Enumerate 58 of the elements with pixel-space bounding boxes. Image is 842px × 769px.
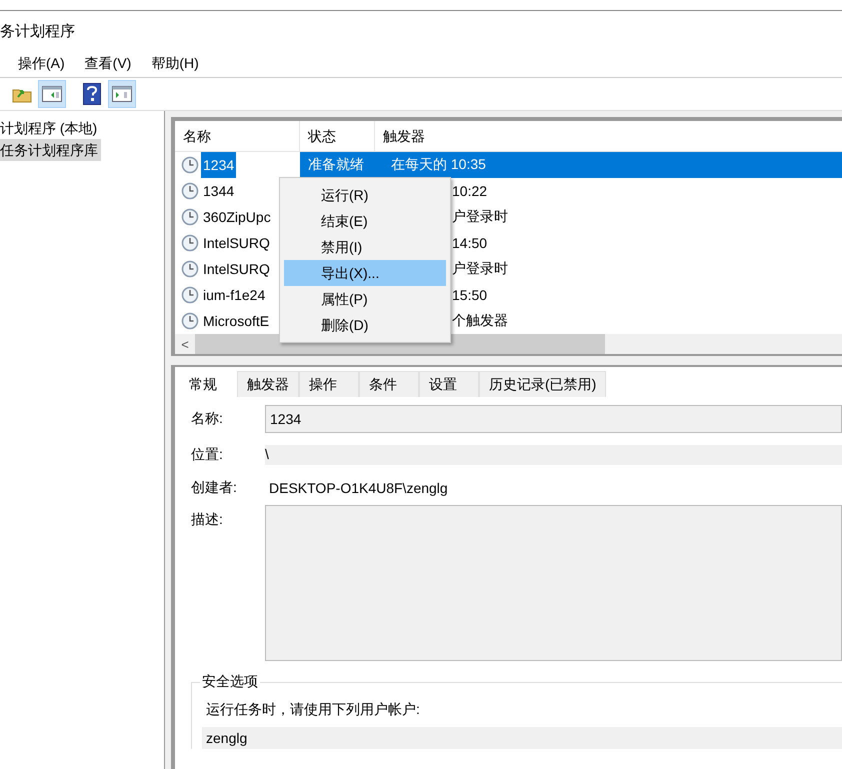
description-field[interactable]: [265, 505, 842, 661]
tab[interactable]: 条件: [359, 371, 419, 397]
task-trigger: 10:22: [452, 183, 488, 199]
clock-icon: [181, 208, 199, 226]
author-value: DESKTOP-O1K4U8F\zenglg: [268, 480, 449, 496]
context-menu-item[interactable]: 结束(E): [284, 208, 446, 234]
task-trigger: 个触发器: [452, 312, 508, 330]
clock-icon: [181, 260, 199, 278]
menu-item[interactable]: 帮助(H): [151, 55, 199, 73]
context-menu-item[interactable]: 属性(P): [284, 286, 446, 312]
pane-icon: [112, 86, 132, 102]
task-trigger: 15:50: [452, 287, 488, 303]
field-label: 创建者:: [191, 479, 238, 497]
task-name[interactable]: 1344: [201, 178, 236, 204]
task-name[interactable]: MicrosoftE: [201, 308, 272, 334]
tab[interactable]: 设置: [419, 371, 479, 397]
context-menu-item[interactable]: 禁用(I): [284, 234, 446, 260]
tab[interactable]: 历史记录(已禁用): [479, 371, 606, 397]
task-name[interactable]: ium-f1e24: [201, 282, 268, 308]
task-name[interactable]: 1234: [201, 152, 236, 178]
task-trigger: 户登录时: [452, 208, 508, 226]
pane-icon: [42, 86, 62, 102]
account-prompt: 运行任务时，请使用下列用户帐户:: [206, 701, 421, 719]
task-status: 准备就绪: [307, 156, 365, 174]
tree-item[interactable]: 任务计划程序库: [0, 139, 101, 161]
column-header[interactable]: 状态: [300, 121, 375, 151]
toolbar-button[interactable]: [108, 80, 136, 108]
clock-icon: [181, 312, 199, 330]
field-label: 名称:: [191, 410, 224, 428]
tab[interactable]: 触发器: [237, 371, 299, 397]
field-label: 位置:: [191, 446, 224, 464]
column-header[interactable]: 名称: [175, 121, 300, 151]
task-name[interactable]: IntelSURQ: [201, 230, 272, 256]
window-title: 务计划程序: [0, 22, 75, 40]
toolbar-button[interactable]: [38, 80, 66, 108]
task-trigger: 14:50: [452, 235, 488, 251]
context-menu-item[interactable]: 运行(R): [284, 182, 446, 208]
clock-icon: [181, 156, 199, 174]
name-field[interactable]: 1234: [265, 405, 842, 433]
task-name[interactable]: IntelSURQ: [201, 256, 272, 282]
context-menu-item[interactable]: 导出(X)...: [284, 260, 446, 286]
clock-icon: [181, 182, 199, 200]
task-trigger: 户登录时: [452, 260, 508, 278]
help-icon: [83, 83, 101, 105]
task-trigger: 在每天的 10:35: [391, 156, 486, 174]
tab[interactable]: 操作: [299, 371, 359, 397]
menu-item[interactable]: 操作(A): [18, 55, 65, 73]
clock-icon: [181, 234, 199, 252]
user-account-field: zenglg: [202, 727, 842, 749]
field-label: 描述:: [191, 510, 224, 529]
menu-item[interactable]: 查看(V): [84, 55, 132, 73]
tree-item[interactable]: 计划程序 (本地): [0, 117, 100, 139]
clock-icon: [181, 286, 199, 304]
location-value: \: [265, 445, 842, 465]
column-header[interactable]: 触发器: [375, 121, 675, 151]
group-title: 安全选项: [201, 673, 259, 691]
task-name[interactable]: 360ZipUpc: [201, 204, 273, 230]
scroll-left-button[interactable]: <: [175, 336, 195, 352]
